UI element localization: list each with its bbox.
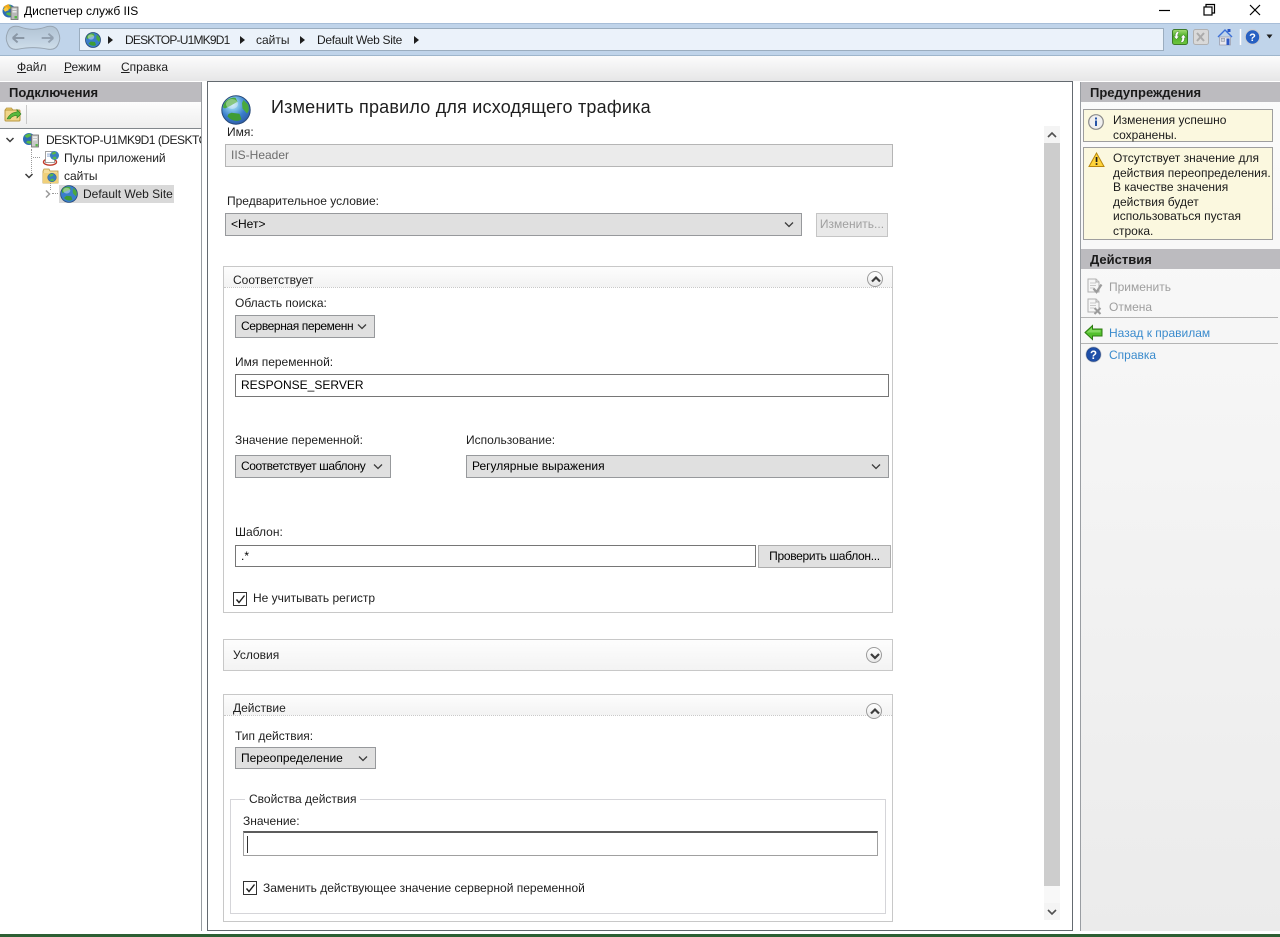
svg-text:?: ? — [1249, 32, 1256, 44]
svg-text:?: ? — [1090, 350, 1097, 362]
